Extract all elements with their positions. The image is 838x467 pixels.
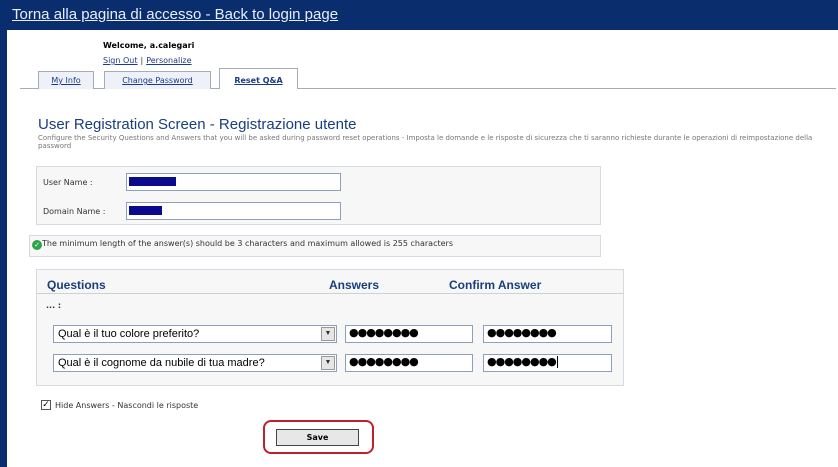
confirm-1-mask: ●●●●●●●● [487,326,557,339]
tab-my-info-label[interactable]: My Info [51,76,80,85]
sign-out-link[interactable]: Sign Out [103,56,138,65]
checkmark-icon: ✓ [42,400,50,410]
welcome-text: Welcome, [103,41,147,50]
domain-redaction [129,206,162,215]
link-separator: | [140,56,144,65]
question-1-text: Qual è il tuo colore preferito? [58,328,200,340]
user-links: Sign Out | Personalize [103,56,192,65]
hide-answers-checkbox[interactable]: ✓ [41,400,51,410]
user-info-panel: User Name : Domain Name : [36,166,601,225]
personalize-link[interactable]: Personalize [146,56,191,65]
tab-change-password[interactable]: Change Password [104,71,211,89]
text-caret [556,356,558,368]
domain-field[interactable] [126,202,341,220]
hide-answers-label[interactable]: Hide Answers - Nascondi le risposte [55,401,198,410]
page-description: Configure the Security Questions and Ans… [38,134,813,150]
domain-label: Domain Name : [43,207,106,216]
confirm-answer-header: Confirm Answer [449,278,542,292]
answer-2-mask: ●●●●●●●● [349,355,419,368]
chevron-down-icon[interactable]: ▼ [321,327,335,341]
chevron-down-icon[interactable]: ▼ [321,356,335,370]
confirm-field-2[interactable]: ●●●●●●●● [483,354,612,372]
tab-my-info[interactable]: My Info [38,71,94,89]
answer-field-1[interactable]: ●●●●●●●● [345,325,473,343]
left-border [0,30,7,467]
username-field[interactable] [126,173,341,191]
page-title: User Registration Screen - Registrazione… [38,116,357,133]
back-to-login-link[interactable]: Torna alla pagina di accesso - Back to l… [12,6,338,23]
answer-length-hint: The minimum length of the answer(s) shou… [42,239,453,248]
tab-change-password-label[interactable]: Change Password [122,76,193,85]
top-banner: Torna alla pagina di accesso - Back to l… [0,0,838,30]
tab-reset-qa[interactable]: Reset Q&A [219,68,298,89]
answers-header: Answers [329,278,380,292]
answer-1-mask: ●●●●●●●● [349,326,419,339]
tab-reset-qa-label[interactable]: Reset Q&A [234,76,282,85]
save-button[interactable]: Save [276,429,359,446]
confirm-field-1[interactable]: ●●●●●●●● [483,325,612,343]
answer-field-2[interactable]: ●●●●●●●● [345,354,473,372]
check-circle-icon: ✓ [32,240,42,250]
welcome-message: Welcome, a.calegari [103,41,194,50]
confirm-2-mask: ●●●●●●●● [487,355,557,368]
questions-header: Questions [47,278,106,292]
question-group-label: ... : [46,301,62,310]
username-label: User Name : [43,178,93,187]
username-redaction [129,177,176,186]
question-2-text: Qual è il cognome da nubile di tua madre… [58,357,265,369]
username-display: a.calegari [149,41,195,50]
question-select-1[interactable]: Qual è il tuo colore preferito? ▼ [53,325,337,343]
question-select-2[interactable]: Qual è il cognome da nubile di tua madre… [53,354,337,372]
